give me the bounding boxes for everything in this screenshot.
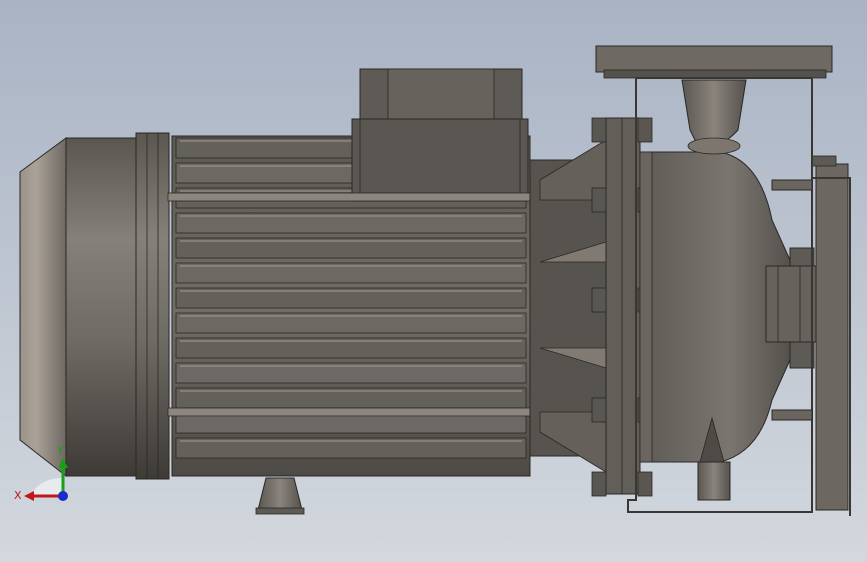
- coordinate-triad: Y X: [14, 444, 68, 502]
- mounting-foot: [255, 477, 305, 515]
- pump-model[interactable]: [0, 0, 867, 562]
- suction-nozzle[interactable]: [765, 155, 849, 511]
- flange-bolt: [591, 187, 607, 213]
- triad-plane: [30, 478, 62, 496]
- x-axis-head: [24, 491, 34, 501]
- flange-bolt: [591, 471, 607, 497]
- x-axis-label: X: [14, 489, 22, 502]
- flange-bolt: [637, 117, 653, 143]
- z-axis-origin: [58, 491, 68, 501]
- cad-viewport[interactable]: Y X: [0, 0, 867, 562]
- y-axis-head: [58, 458, 68, 468]
- fan-cover[interactable]: [19, 132, 170, 480]
- flange-bolt: [591, 117, 607, 143]
- terminal-box[interactable]: [351, 68, 529, 202]
- flange-bolt: [591, 397, 607, 423]
- flange-bolt: [591, 287, 607, 313]
- y-axis-label: Y: [56, 444, 64, 457]
- flange-bolt: [637, 471, 653, 497]
